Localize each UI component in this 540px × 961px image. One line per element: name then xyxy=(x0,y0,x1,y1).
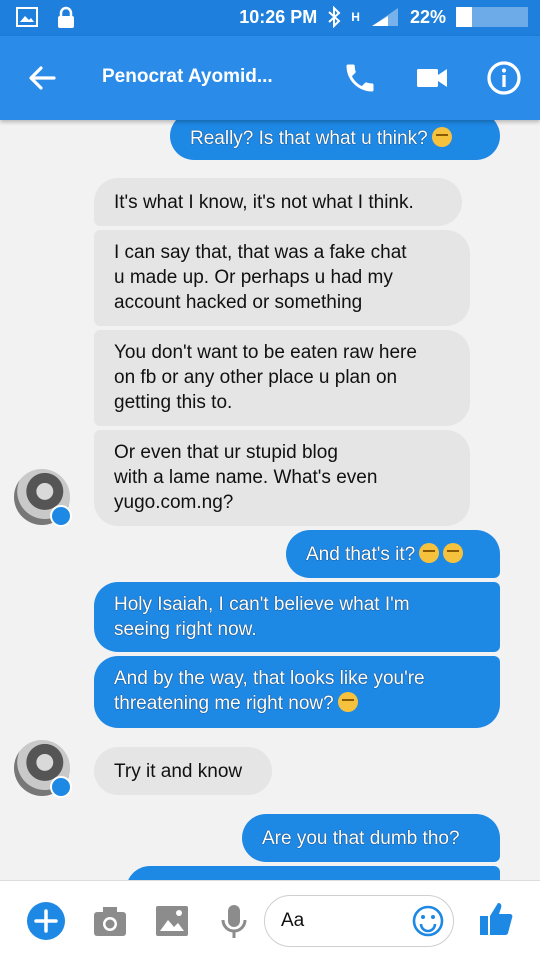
lock-notification-icon xyxy=(58,6,74,28)
gallery-icon[interactable] xyxy=(152,901,192,941)
message-input[interactable]: Aa xyxy=(264,895,454,947)
incoming-message[interactable]: I can say that, that was a fake chat u m… xyxy=(94,230,470,326)
network-type: H xyxy=(351,10,360,24)
incoming-message[interactable]: It's what I know, it's not what I think. xyxy=(94,178,462,226)
incoming-message[interactable]: You don't want to be eaten raw here on f… xyxy=(94,330,470,426)
incoming-message[interactable]: Or even that ur stupid blog with a lame … xyxy=(94,430,470,526)
contact-name[interactable]: Penocrat Ayomid... xyxy=(102,66,273,88)
battery-percent: 22% xyxy=(409,6,446,27)
outgoing-message[interactable]: Really? Is that what u think? xyxy=(170,120,500,160)
message-composer: Aa xyxy=(0,880,540,961)
contact-avatar[interactable] xyxy=(14,740,72,798)
info-icon[interactable] xyxy=(486,60,522,96)
video-call-icon[interactable] xyxy=(414,60,450,96)
status-bar: 10:26 PM H 22% xyxy=(0,0,540,36)
outgoing-message[interactable]: Holy Isaiah, I can't believe what I'm se… xyxy=(94,582,500,652)
gallery-notification-icon xyxy=(16,7,38,27)
incoming-message[interactable]: Try it and know xyxy=(94,747,272,795)
outgoing-message[interactable]: And that's it? xyxy=(286,530,500,578)
conversation-header: Penocrat Ayomid... xyxy=(0,36,540,120)
microphone-icon[interactable] xyxy=(214,901,254,941)
messenger-badge-icon xyxy=(50,776,72,798)
smirk-emoji-icon xyxy=(337,692,358,712)
camera-icon[interactable] xyxy=(90,901,130,941)
outgoing-message[interactable]: Are you that dumb tho? xyxy=(242,814,500,862)
outgoing-message[interactable] xyxy=(126,866,500,880)
outgoing-message[interactable]: And by the way, that looks like you're t… xyxy=(94,656,500,728)
messenger-badge-icon xyxy=(50,505,72,527)
bluetooth-icon xyxy=(328,6,341,28)
like-thumbs-up-icon[interactable] xyxy=(476,899,516,939)
back-arrow-icon[interactable] xyxy=(26,62,58,94)
phone-call-icon[interactable] xyxy=(342,60,378,96)
thinking-emoji-icon xyxy=(431,127,452,147)
unamused-emoji-icon xyxy=(443,543,464,563)
clock: 10:26 PM xyxy=(239,6,318,27)
unamused-emoji-icon xyxy=(419,543,440,563)
contact-avatar[interactable] xyxy=(14,469,72,527)
plus-icon[interactable] xyxy=(26,901,66,941)
message-thread[interactable]: Really? Is that what u think? It's what … xyxy=(0,120,540,880)
emoji-icon[interactable] xyxy=(411,904,445,938)
signal-icon xyxy=(371,8,398,26)
battery-icon xyxy=(456,7,528,27)
